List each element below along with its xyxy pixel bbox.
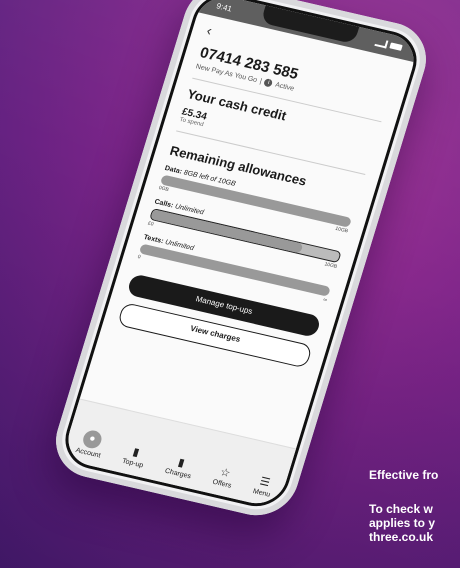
data-label: Data: [163, 164, 183, 176]
texts-min: 0 [136, 254, 142, 261]
texts-max: ∞ [322, 296, 328, 304]
tab-account[interactable]: ● Account [74, 428, 108, 460]
tab-menu-label: Menu [251, 488, 272, 499]
tab-charges-label: Charges [163, 467, 192, 481]
tab-account-label: Account [74, 447, 102, 460]
status-icons [374, 38, 403, 52]
promo-line-2: To check w [369, 502, 433, 516]
battery-icon [389, 42, 403, 51]
signal-icon [374, 38, 389, 49]
calls-label: Calls: [153, 198, 175, 210]
promo-line-4: three.co.uk [369, 530, 434, 544]
account-icon: ● [80, 428, 104, 451]
calls-max: 10GB [323, 261, 338, 270]
tab-topup-label: Top-up [121, 457, 145, 470]
promo-text: Effective fro To check w applies to y th… [369, 468, 460, 544]
texts-label: Texts: [142, 233, 165, 246]
menu-icon: ☰ [258, 475, 272, 490]
tab-offers[interactable]: ☆ Offers [212, 465, 237, 489]
topup-icon: ▮ [131, 446, 141, 460]
plan-separator: | [258, 77, 263, 85]
promo-line-1: Effective fro [369, 468, 439, 482]
data-max: 10GB [334, 225, 349, 235]
promo-line-3: applies to y [369, 516, 436, 530]
status-time: 9:41 [215, 0, 234, 14]
offers-icon: ☆ [218, 466, 232, 481]
data-min: 0GB [157, 185, 170, 194]
tab-menu[interactable]: ☰ Menu [251, 475, 275, 499]
tab-topup[interactable]: ▮ Top-up [121, 444, 148, 469]
info-icon[interactable]: i [263, 78, 274, 88]
plan-status: Active [274, 81, 296, 93]
charges-icon: ▮ [176, 456, 186, 470]
tab-charges[interactable]: ▮ Charges [163, 454, 196, 481]
calls-min: £0 [147, 220, 155, 228]
